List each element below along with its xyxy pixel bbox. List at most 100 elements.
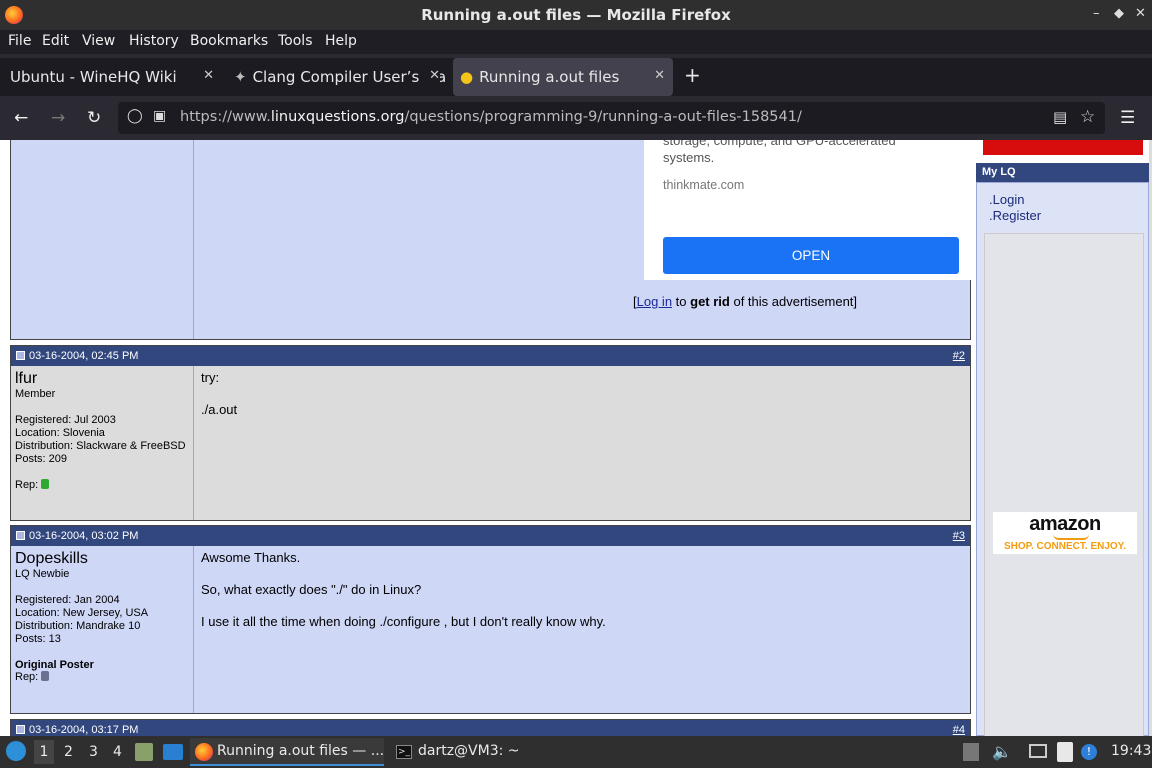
post-message: try: ./a.out xyxy=(201,370,238,417)
user-post-count: Posts: 13 xyxy=(15,633,61,645)
taskbar-app-label: dartz@VM3: ~ xyxy=(418,743,520,759)
post-user-pane xyxy=(11,140,194,339)
menu-edit[interactable]: Edit xyxy=(42,33,69,49)
tux-favicon-icon: ● xyxy=(460,68,474,86)
tab-bar: Ubuntu - WineHQ Wiki ✕ ✦ Clang Compiler U… xyxy=(0,58,1152,96)
navigation-bar: ← → ↻ ◯ ▣ https://www.linuxquestions.org… xyxy=(0,98,1152,140)
post-number-link[interactable]: #3 xyxy=(953,526,965,546)
taskbar-app-label: Running a.out files — ... xyxy=(217,743,385,759)
lock-icon[interactable]: ▣ xyxy=(153,108,166,124)
start-menu-icon[interactable] xyxy=(6,741,26,761)
taskbar: 1 2 3 4 Running a.out files — ... >_ dar… xyxy=(0,736,1152,768)
reader-view-icon[interactable]: ▤ xyxy=(1053,108,1067,126)
amazon-tagline: SHOP. CONNECT. ENJOY. xyxy=(1003,541,1127,552)
menu-help[interactable]: Help xyxy=(325,33,357,49)
sidebar-register-link[interactable]: .Register xyxy=(989,208,1148,224)
post-date: 03-16-2004, 02:45 PM xyxy=(29,350,139,362)
hamburger-menu-icon[interactable]: ☰ xyxy=(1120,108,1135,128)
tab-label: Clang Compiler User’s Ma xyxy=(252,68,447,86)
rep-indicator-icon xyxy=(41,479,50,489)
user-post-count: Posts: 209 xyxy=(15,453,67,465)
user-rep: Rep: xyxy=(15,671,189,683)
window-titlebar: Running a.out files — Mozilla Firefox – … xyxy=(0,0,1152,30)
post-4: 03-16-2004, 03:17 PM #4 xyxy=(10,719,971,736)
reload-icon[interactable]: ↻ xyxy=(87,108,101,128)
username-link[interactable]: Dopeskills xyxy=(15,550,189,568)
minimize-icon[interactable]: – xyxy=(1093,6,1100,21)
workspace-3[interactable]: 3 xyxy=(89,744,98,760)
mylq-panel: .Login .Register amazon SHOP. CONNECT. E… xyxy=(976,182,1149,736)
amazon-ad[interactable]: amazon SHOP. CONNECT. ENJOY. xyxy=(993,512,1137,554)
post-message: Awsome Thanks. So, what exactly does "./… xyxy=(201,550,606,629)
post-icon xyxy=(16,725,25,734)
user-rank: LQ Newbie xyxy=(15,568,70,580)
user-registered: Registered: Jul 2003 xyxy=(15,414,116,426)
original-poster-label: Original Poster xyxy=(15,659,94,671)
tab-running-aout[interactable]: ● Running a.out files ✕ xyxy=(453,58,673,96)
advertisement: storage, compute, and GPU-accelerated sy… xyxy=(644,140,980,280)
post-user-pane: Dopeskills LQ Newbie Registered: Jan 200… xyxy=(11,546,194,713)
post-icon xyxy=(16,351,25,360)
clipboard-icon[interactable] xyxy=(1057,742,1073,762)
ad-domain: thinkmate.com xyxy=(663,178,745,192)
clang-favicon-icon: ✦ xyxy=(234,68,247,86)
post-number-link[interactable]: #2 xyxy=(953,346,965,366)
workspace-2[interactable]: 2 xyxy=(64,744,73,760)
tab-close-icon[interactable]: ✕ xyxy=(654,68,665,83)
menu-tools[interactable]: Tools xyxy=(278,33,313,49)
ad-text: storage, compute, and GPU-accelerated sy… xyxy=(663,140,896,165)
tab-close-icon[interactable]: ✕ xyxy=(203,68,214,83)
mylq-header: My LQ xyxy=(976,163,1149,182)
user-distribution: Distribution: Mandrake 10 xyxy=(15,620,141,632)
username-link[interactable]: lfur xyxy=(15,370,189,388)
clock: 19:43 xyxy=(1111,743,1152,759)
menu-view[interactable]: View xyxy=(82,33,115,49)
post-number-link[interactable]: #4 xyxy=(953,720,965,736)
shield-icon[interactable]: ◯ xyxy=(127,108,143,124)
post-user-pane: lfur Member Registered: Jul 2003 Locatio… xyxy=(11,366,194,520)
post-3: 03-16-2004, 03:02 PM #3 Dopeskills LQ New… xyxy=(10,525,971,714)
workspace-4[interactable]: 4 xyxy=(113,744,122,760)
user-registered: Registered: Jan 2004 xyxy=(15,594,120,606)
tab-clang[interactable]: ✦ Clang Compiler User’s Ma ✕ xyxy=(226,58,448,96)
menu-file[interactable]: File xyxy=(8,33,31,49)
terminal-icon: >_ xyxy=(396,745,412,759)
user-distribution: Distribution: Slackware & FreeBSD xyxy=(15,440,186,452)
menu-bar: File Edit View History Bookmarks Tools H… xyxy=(0,30,1152,54)
workspace-1[interactable]: 1 xyxy=(34,740,54,764)
bookmark-star-icon[interactable]: ☆ xyxy=(1080,107,1095,127)
file-manager-icon[interactable] xyxy=(135,743,153,761)
tab-label: Ubuntu - WineHQ Wiki xyxy=(10,68,177,86)
window-title: Running a.out files — Mozilla Firefox xyxy=(421,6,731,24)
maximize-icon[interactable]: ◆ xyxy=(1114,6,1124,21)
url-bar[interactable]: ◯ ▣ https://www.linuxquestions.org/quest… xyxy=(118,102,1105,134)
url-text[interactable]: https://www.linuxquestions.org/questions… xyxy=(180,109,802,125)
menu-history[interactable]: History xyxy=(129,33,179,49)
sidebar-red-banner[interactable] xyxy=(983,140,1143,155)
new-tab-icon[interactable]: + xyxy=(684,58,708,96)
post-header: 03-16-2004, 02:45 PM #2 xyxy=(11,346,970,366)
firefox-icon xyxy=(195,743,213,761)
post-date: 03-16-2004, 03:02 PM xyxy=(29,530,139,542)
forward-icon[interactable]: → xyxy=(51,108,65,128)
menu-bookmarks[interactable]: Bookmarks xyxy=(190,33,268,49)
tab-winehq[interactable]: Ubuntu - WineHQ Wiki ✕ xyxy=(0,58,222,96)
back-icon[interactable]: ← xyxy=(14,108,28,128)
user-location: Location: New Jersey, USA xyxy=(15,607,149,619)
notification-icon[interactable]: ! xyxy=(1081,744,1097,760)
taskbar-app-firefox[interactable]: Running a.out files — ... xyxy=(190,738,384,766)
ad-login-link[interactable]: Log in xyxy=(637,294,672,309)
post-2: 03-16-2004, 02:45 PM #2 lfur Member Regis… xyxy=(10,345,971,521)
close-window-icon[interactable]: ✕ xyxy=(1135,6,1146,21)
sidebar-login-link[interactable]: .Login xyxy=(989,192,1148,208)
post-icon xyxy=(16,531,25,540)
taskbar-app-terminal[interactable]: >_ dartz@VM3: ~ xyxy=(392,738,532,766)
volume-icon[interactable]: 🔈 xyxy=(992,742,1012,761)
tray-storage-icon[interactable] xyxy=(963,743,979,761)
network-icon[interactable] xyxy=(1029,744,1047,758)
amazon-smile-icon xyxy=(1053,534,1089,540)
ad-open-button[interactable]: OPEN xyxy=(663,237,959,274)
desktop-icon[interactable] xyxy=(163,744,183,760)
rep-indicator-icon xyxy=(41,671,50,681)
tab-close-icon[interactable]: ✕ xyxy=(425,68,440,83)
